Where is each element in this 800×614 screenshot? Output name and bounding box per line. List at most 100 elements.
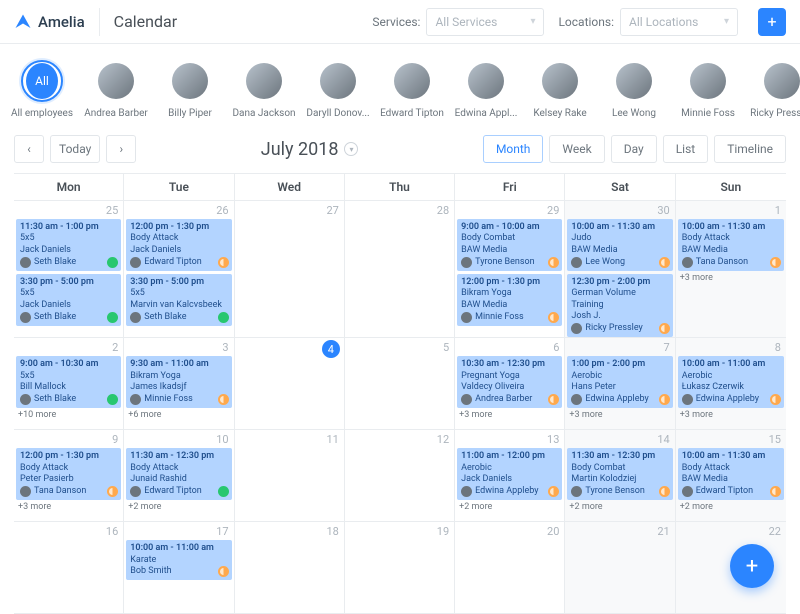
today-button[interactable]: Today: [50, 135, 100, 163]
employee-item[interactable]: Ricky Pressley: [754, 60, 800, 119]
event-client: Łukasz Czerwik: [682, 382, 780, 393]
status-pending-icon: [770, 257, 781, 268]
day-number: 18: [326, 525, 338, 538]
event[interactable]: 9:00 am - 10:00 amBody CombatBAW MediaTy…: [457, 219, 562, 271]
employee-item[interactable]: Kelsey Rake: [532, 60, 588, 119]
view-list[interactable]: List: [663, 135, 709, 163]
calendar-cell[interactable]: 27: [235, 201, 345, 338]
calendar-cell[interactable]: 2511:30 am - 1:00 pm5x5Jack DanielsSeth …: [14, 201, 124, 338]
more-events[interactable]: +3 more: [676, 408, 786, 420]
calendar-cell[interactable]: 18: [235, 522, 345, 614]
calendar-cell[interactable]: 4: [235, 338, 345, 430]
next-button[interactable]: ›: [106, 135, 136, 163]
more-events[interactable]: +3 more: [455, 408, 564, 420]
event[interactable]: 10:00 am - 11:00 amAerobicŁukasz Czerwik…: [678, 356, 784, 408]
event[interactable]: 10:00 am - 11:30 amBody AttackBAW MediaE…: [678, 448, 784, 500]
event-time: 10:00 am - 11:00 am: [682, 359, 780, 370]
calendar-cell[interactable]: 299:00 am - 10:00 amBody CombatBAW Media…: [455, 201, 565, 338]
event[interactable]: 12:00 pm - 1:30 pmBody AttackJack Daniel…: [126, 219, 231, 271]
chevron-right-icon: ›: [120, 142, 124, 156]
event-time: 12:00 pm - 1:30 pm: [130, 222, 227, 233]
calendar-cell[interactable]: 1311:00 am - 12:00 pmAerobicJack Daniels…: [455, 430, 565, 522]
event[interactable]: 1:00 pm - 2:00 pmAerobicHans PeterEdwina…: [567, 356, 672, 408]
calendar-cell[interactable]: 1710:00 am - 11:00 amKarateBob Smith: [124, 522, 234, 614]
event[interactable]: 10:00 am - 11:00 amKarateBob Smith: [126, 540, 231, 580]
calendar-cell[interactable]: 28: [345, 201, 455, 338]
more-events[interactable]: +6 more: [124, 408, 233, 420]
calendar-cell[interactable]: 912:00 pm - 1:30 pmBody AttackPeter Pasi…: [14, 430, 124, 522]
event[interactable]: 11:30 am - 12:30 pmBody AttackJunaid Ras…: [126, 448, 231, 500]
event[interactable]: 9:00 am - 10:30 am5x5Bill MallockSeth Bl…: [16, 356, 121, 408]
employee-item[interactable]: Edward Tipton: [384, 60, 440, 119]
view-timeline[interactable]: Timeline: [714, 135, 786, 163]
employee-item[interactable]: Daryll Donov...: [310, 60, 366, 119]
calendar-cell[interactable]: 11: [235, 430, 345, 522]
day-number: 14: [657, 433, 669, 446]
more-events[interactable]: +2 more: [124, 500, 233, 512]
employee-item[interactable]: AllAll employees: [14, 60, 70, 119]
add-button[interactable]: +: [758, 8, 786, 36]
calendar-cell[interactable]: 3 9:30 am - 11:00 amBikram YogaJames Ikad…: [124, 338, 234, 430]
calendar-cell[interactable]: 3010:00 am - 11:30 amJudoBAW MediaLee Wo…: [565, 201, 675, 338]
calendar-cell[interactable]: 16: [14, 522, 124, 614]
event[interactable]: 12:30 pm - 2:00 pmGerman Volume Training…: [567, 274, 672, 337]
event-client: Bob Smith: [130, 566, 227, 577]
more-events[interactable]: +10 more: [14, 408, 123, 420]
employee-item[interactable]: Andrea Barber: [88, 60, 144, 119]
more-events[interactable]: +3 more: [565, 408, 674, 420]
view-month[interactable]: Month: [483, 135, 543, 163]
view-week[interactable]: Week: [549, 135, 604, 163]
event-time: 10:00 am - 11:30 am: [571, 222, 668, 233]
calendar-cell[interactable]: 29:00 am - 10:30 am5x5Bill MallockSeth B…: [14, 338, 124, 430]
view-day[interactable]: Day: [611, 135, 657, 163]
event[interactable]: 3:30 pm - 5:00 pm5x5Marvin van Kalcvsbee…: [126, 274, 231, 326]
calendar-cell[interactable]: 810:00 am - 11:00 amAerobicŁukasz Czerwi…: [676, 338, 786, 430]
day-number: 3: [222, 341, 228, 354]
event[interactable]: 3:30 pm - 5:00 pm5x5Jack DanielsSeth Bla…: [16, 274, 121, 326]
event[interactable]: 10:00 am - 11:30 amBody AttackBAW MediaT…: [678, 219, 784, 271]
event[interactable]: 12:00 pm - 1:30 pmBody AttackPeter Pasie…: [16, 448, 121, 500]
more-events[interactable]: +2 more: [676, 500, 786, 512]
event-client: BAW Media: [682, 474, 780, 485]
employee-item[interactable]: Billy Piper: [162, 60, 218, 119]
calendar-cell[interactable]: 1011:30 am - 12:30 pmBody AttackJunaid R…: [124, 430, 234, 522]
calendar-cell[interactable]: 12: [345, 430, 455, 522]
status-approved-icon: [218, 486, 229, 497]
calendar-cell[interactable]: 1510:00 am - 11:30 amBody AttackBAW Medi…: [676, 430, 786, 522]
event[interactable]: 10:30 am - 12:30 pmPregnant YogaValdecy …: [457, 356, 562, 408]
event[interactable]: 11:30 am - 1:00 pm5x5Jack DanielsSeth Bl…: [16, 219, 121, 271]
fab-add-button[interactable]: +: [730, 544, 774, 588]
event-title: Aerobic: [682, 371, 780, 382]
calendar-cell[interactable]: 610:30 am - 12:30 pmPregnant YogaValdecy…: [455, 338, 565, 430]
employee-item[interactable]: Dana Jackson: [236, 60, 292, 119]
event[interactable]: 11:00 am - 12:00 pmAerobicJack DanielsEd…: [457, 448, 562, 500]
event[interactable]: 11:30 am - 12:30 pmBody CombatMartin Kol…: [567, 448, 672, 500]
employee-item[interactable]: Lee Wong: [606, 60, 662, 119]
brand-logo[interactable]: Amelia: [14, 13, 85, 31]
calendar-cell[interactable]: 71:00 pm - 2:00 pmAerobicHans PeterEdwin…: [565, 338, 675, 430]
calendar-cell[interactable]: 21: [565, 522, 675, 614]
event[interactable]: 12:00 pm - 1:30 pmBikram YogaBAW MediaMi…: [457, 274, 562, 326]
event-employee: Tana Danson: [20, 486, 117, 497]
more-events[interactable]: +2 more: [565, 500, 674, 512]
calendar-cell[interactable]: 14 11:30 am - 12:30 pmBody CombatMartin K…: [565, 430, 675, 522]
calendar-cell[interactable]: 5: [345, 338, 455, 430]
more-events[interactable]: +2 more: [455, 500, 564, 512]
employee-item[interactable]: Minnie Foss: [680, 60, 736, 119]
prev-button[interactable]: ‹: [14, 135, 44, 163]
page-title: Calendar: [114, 12, 177, 31]
month-label[interactable]: July 2018 ▾: [144, 139, 475, 160]
event[interactable]: 9:30 am - 11:00 amBikram YogaJames Ikads…: [126, 356, 231, 408]
more-events[interactable]: +3 more: [676, 271, 786, 283]
calendar-cell[interactable]: 110:00 am - 11:30 amBody AttackBAW Media…: [676, 201, 786, 338]
calendar-cell[interactable]: 19: [345, 522, 455, 614]
event-title: Body Attack: [682, 463, 780, 474]
calendar-cell[interactable]: 20: [455, 522, 565, 614]
locations-select[interactable]: All Locations ▾: [620, 8, 738, 36]
employee-item[interactable]: Edwina Appl...: [458, 60, 514, 119]
calendar-cell[interactable]: 2612:00 pm - 1:30 pmBody AttackJack Dani…: [124, 201, 234, 338]
more-events[interactable]: +3 more: [14, 500, 123, 512]
services-select[interactable]: All Services ▾: [426, 8, 544, 36]
avatar: [20, 394, 31, 405]
event[interactable]: 10:00 am - 11:30 amJudoBAW MediaLee Wong: [567, 219, 672, 271]
